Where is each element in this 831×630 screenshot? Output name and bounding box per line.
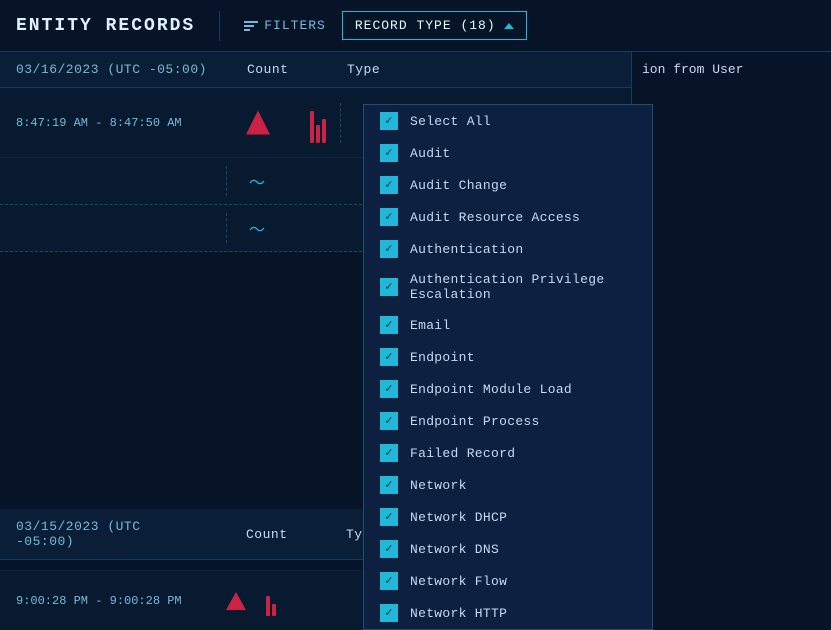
page-title: ENTITY RECORDS [16,16,195,36]
dropdown-label-select-all: Select All [410,114,491,129]
checkbox-endpoint-process[interactable] [380,412,398,430]
filter-icon [244,21,258,31]
chevron-up-icon [504,23,514,29]
dropdown-label-network-dhcp: Network DHCP [410,510,507,525]
date-label-2: 03/15/2023 (UTC -05:00) [16,519,206,549]
checkbox-network[interactable] [380,476,398,494]
alert-tri-icon [226,592,246,610]
dropdown-item-email[interactable]: Email [364,309,652,341]
dropdown-label-email: Email [410,318,451,333]
date-label-1: 03/16/2023 (UTC -05:00) [16,62,207,77]
dropdown-item-network-dhcp[interactable]: Network DHCP [364,501,652,533]
dashed-line-1 [340,103,341,143]
record-type-dropdown: Select All Audit Audit Change Audit Reso… [363,104,653,630]
partial-text: ion from User [642,62,743,77]
wave-icon-2: 〜 [249,216,265,240]
bar-b1 [266,596,270,616]
bar-b2 [272,604,276,616]
dropdown-label-endpoint-process: Endpoint Process [410,414,540,429]
dropdown-scroll[interactable]: Select All Audit Audit Change Audit Reso… [364,105,652,629]
event-row-bottom-1: 9:00:28 PM - 9:00:28 PM [0,570,363,630]
dropdown-item-audit[interactable]: Audit [364,137,652,169]
dropdown-label-network-flow: Network Flow [410,574,507,589]
bar-3 [322,119,326,143]
checkbox-network-http[interactable] [380,604,398,622]
dropdown-item-auth-privilege[interactable]: Authentication Privilege Escalation [364,265,652,309]
checkbox-network-dns[interactable] [380,540,398,558]
header-divider [219,11,220,41]
date-row-2: 03/15/2023 (UTC -05:00) Count Type [0,509,363,560]
dropdown-label-audit-resource-access: Audit Resource Access [410,210,580,225]
dropdown-item-select-all[interactable]: Select All [364,105,652,137]
right-panel: ion from User [631,52,831,630]
bar-chart-bottom [266,586,276,616]
filters-label: FILTERS [264,18,326,33]
dropdown-item-endpoint[interactable]: Endpoint [364,341,652,373]
checkbox-network-dhcp[interactable] [380,508,398,526]
dropdown-item-network-http[interactable]: Network HTTP [364,597,652,629]
checkbox-failed-record[interactable] [380,444,398,462]
dropdown-label-network-http: Network HTTP [410,606,507,621]
dropdown-label-audit: Audit [410,146,451,161]
dropdown-item-network-dns[interactable]: Network DNS [364,533,652,565]
dropdown-item-failed-record[interactable]: Failed Record [364,437,652,469]
filters-button[interactable]: FILTERS [244,18,326,33]
header: ENTITY RECORDS FILTERS RECORD TYPE (18) [0,0,831,52]
dropdown-label-endpoint-module-load: Endpoint Module Load [410,382,572,397]
main-area: 03/16/2023 (UTC -05:00) Count Type 8:47:… [0,52,831,630]
bar-2 [316,125,320,143]
dropdown-label-audit-change: Audit Change [410,178,507,193]
bar-1 [310,111,314,143]
checkbox-audit-resource-access[interactable] [380,208,398,226]
dropdown-label-endpoint: Endpoint [410,350,475,365]
checkbox-audit-change[interactable] [380,176,398,194]
checkbox-email[interactable] [380,316,398,334]
event-time-bottom-1: 9:00:28 PM - 9:00:28 PM [16,594,206,608]
wave-icon-1: 〜 [249,169,265,193]
dropdown-item-network-flow[interactable]: Network Flow [364,565,652,597]
checkbox-auth-privilege[interactable] [380,278,398,296]
dropdown-label-failed-record: Failed Record [410,446,515,461]
event-time-1: 8:47:19 AM - 8:47:50 AM [16,116,206,130]
dropdown-item-audit-change[interactable]: Audit Change [364,169,652,201]
checkbox-endpoint[interactable] [380,348,398,366]
dropdown-label-network-dns: Network DNS [410,542,499,557]
count-header-1: Count [247,62,307,77]
checkbox-endpoint-module-load[interactable] [380,380,398,398]
checkbox-network-flow[interactable] [380,572,398,590]
dropdown-item-authentication[interactable]: Authentication [364,233,652,265]
dropdown-item-audit-resource-access[interactable]: Audit Resource Access [364,201,652,233]
date-row-1: 03/16/2023 (UTC -05:00) Count Type [0,52,631,88]
dropdown-item-endpoint-process[interactable]: Endpoint Process [364,405,652,437]
checkbox-audit[interactable] [380,144,398,162]
record-type-button[interactable]: RECORD TYPE (18) [342,11,527,40]
checkbox-authentication[interactable] [380,240,398,258]
bar-chart-1 [310,103,326,143]
alert-triangle-icon [246,111,270,135]
dropdown-item-endpoint-module-load[interactable]: Endpoint Module Load [364,373,652,405]
dropdown-item-network[interactable]: Network [364,469,652,501]
dropdown-label-auth-privilege: Authentication Privilege Escalation [410,272,636,302]
count-header-2: Count [246,527,306,542]
type-header-1: Type [347,62,380,77]
checkbox-select-all[interactable] [380,112,398,130]
dropdown-label-network: Network [410,478,467,493]
dropdown-label-authentication: Authentication [410,242,523,257]
record-type-label: RECORD TYPE (18) [355,18,496,33]
